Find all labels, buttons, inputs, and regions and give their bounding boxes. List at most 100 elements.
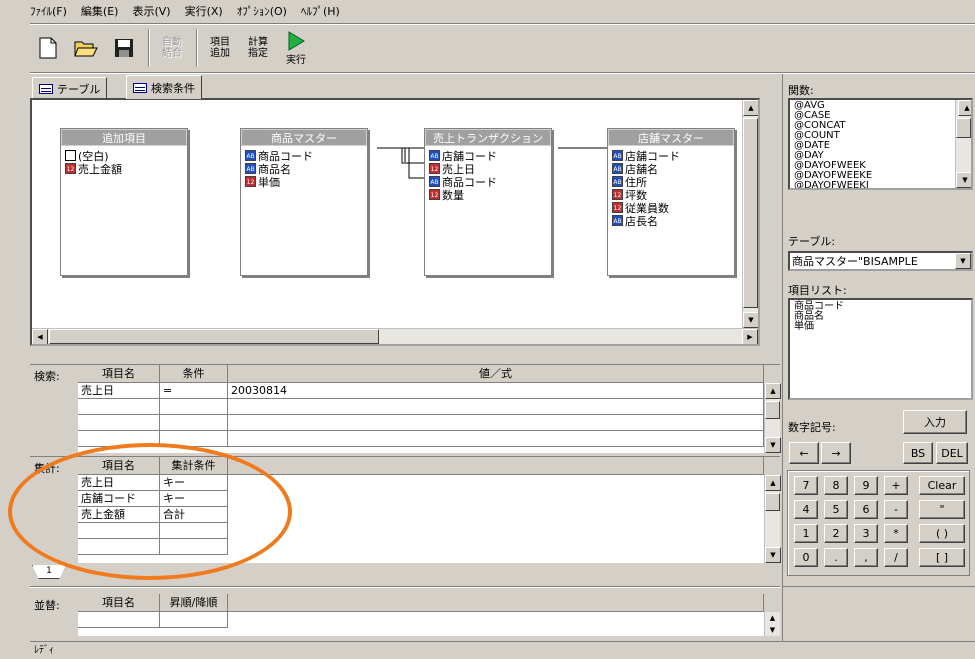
save-button[interactable] (106, 28, 142, 68)
keypad-key[interactable]: 0 (794, 548, 818, 567)
sort-cell[interactable] (78, 612, 160, 628)
menu-item[interactable]: 実行(X) (185, 3, 223, 19)
search-cell[interactable] (228, 431, 764, 447)
table-field[interactable]: 12 単価 (241, 175, 367, 189)
table-box-added-items[interactable]: 追加項目 (空白) 12 売上金額 (60, 128, 188, 276)
aggregate-vertical-scrollbar[interactable]: ▲ ▼ (764, 475, 781, 563)
keypad-key[interactable]: 2 (824, 524, 848, 543)
table-box-sales-transaction[interactable]: 売上トランザクション AB 店舗コード 12 売上日 AB 商品コード 12 数量 (424, 128, 552, 276)
scroll-right-arrow-icon[interactable]: ▶ (742, 329, 758, 344)
table-diagram-canvas[interactable]: 追加項目 (空白) 12 売上金額 商品マスター AB 商品コード AB 商品名 12 単価 売上… (30, 98, 760, 346)
aggregate-cell[interactable]: 売上日 (78, 475, 160, 491)
delete-button[interactable]: DEL (936, 442, 968, 464)
scroll-up-arrow-icon[interactable]: ▲ (958, 100, 971, 116)
auto-join-button[interactable]: 自動 結合 (154, 28, 190, 68)
run-button[interactable]: 実行 (278, 28, 314, 68)
keypad-key[interactable]: 8 (824, 476, 848, 495)
keypad-key[interactable]: 7 (794, 476, 818, 495)
keypad-key[interactable]: / (884, 548, 908, 567)
search-cell[interactable] (160, 431, 228, 447)
aggregate-grid[interactable]: 項目名 集計条件 売上日 キー 店舗コード キー 売上金額 合計 (78, 457, 764, 563)
clear-button[interactable]: Clear (919, 476, 965, 495)
backspace-button[interactable]: BS (903, 442, 933, 464)
input-button[interactable]: 入力 (903, 410, 967, 434)
search-cell[interactable] (228, 415, 764, 431)
scroll-thumb[interactable] (765, 401, 780, 419)
tab-table[interactable]: テーブル (32, 77, 108, 99)
scroll-up-arrow-icon[interactable]: ▲ (743, 100, 758, 116)
menu-item[interactable]: ﾍﾙﾌﾟ(H) (301, 3, 340, 19)
scroll-down-arrow-icon[interactable]: ▼ (743, 312, 758, 328)
sort-grid[interactable]: 項目名 昇順/降順 (78, 594, 764, 636)
table-field[interactable]: 12 売上金額 (61, 162, 187, 176)
scroll-down-arrow-icon[interactable]: ▼ (765, 437, 781, 453)
calc-spec-button[interactable]: 計算 指定 (240, 28, 276, 68)
search-cell[interactable] (78, 415, 160, 431)
scroll-updown-arrow-icon[interactable]: ▲ ▼ (765, 612, 780, 636)
keypad-key[interactable]: * (884, 524, 908, 543)
table-box-title[interactable]: 追加項目 (61, 129, 187, 146)
sort-vertical-scrollbar[interactable]: ▲ ▼ (764, 612, 780, 636)
aggregate-cell[interactable] (78, 539, 160, 555)
functions-scrollbar[interactable]: ▲ ▼ (955, 100, 971, 188)
functions-listbox[interactable]: @AVG @CASE @CONCAT @COUNT @DATE @DAY @DAYOFWEE… (788, 98, 973, 190)
table-box-title[interactable]: 店舗マスター (608, 129, 734, 146)
chevron-down-icon[interactable]: ▼ (955, 253, 971, 269)
menu-item[interactable]: 表示(V) (132, 3, 170, 19)
aggregate-cell[interactable] (78, 523, 160, 539)
scroll-thumb[interactable] (743, 118, 758, 308)
scroll-thumb[interactable] (956, 118, 971, 138)
menu-item[interactable]: ﾌｧｲﾙ(F) (30, 3, 67, 19)
search-cell[interactable] (78, 431, 160, 447)
aggregate-sheet-tab[interactable]: 1 (32, 565, 66, 579)
keypad-key[interactable]: 9 (854, 476, 878, 495)
new-file-button[interactable] (30, 28, 66, 68)
keypad-key[interactable]: - (884, 500, 908, 519)
scroll-left-arrow-icon[interactable]: ◀ (32, 329, 48, 344)
tab-search-condition[interactable]: 検索条件 (126, 75, 202, 99)
diagram-horizontal-scrollbar[interactable]: ◀ ▶ (32, 328, 758, 344)
right-arrow-button[interactable]: → (821, 442, 851, 464)
keypad-key[interactable]: 4 (794, 500, 818, 519)
search-vertical-scrollbar[interactable]: ▲ ▼ (764, 383, 781, 453)
aggregate-cell[interactable] (160, 539, 228, 555)
search-cell[interactable]: 20030814 (228, 383, 764, 399)
aggregate-cell[interactable]: 合計 (160, 507, 228, 523)
itemlist-listbox[interactable]: 商品コード 商品名 単価 (788, 298, 973, 400)
aggregate-cell[interactable]: キー (160, 475, 228, 491)
sort-cell[interactable] (160, 612, 228, 628)
keypad-key[interactable]: 1 (794, 524, 818, 543)
scroll-down-arrow-icon[interactable]: ▼ (765, 547, 781, 563)
search-grid[interactable]: 項目名 条件 値／式 売上日 = 20030814 (78, 365, 764, 453)
keypad-key[interactable]: 6 (854, 500, 878, 519)
table-field[interactable]: AB 店長名 (608, 214, 734, 228)
table-box-store-master[interactable]: 店舗マスター AB 店舗コード AB 店舗名 AB 住所 12 坪数 12 従業員数 AB 店長名 (607, 128, 735, 276)
scroll-up-arrow-icon[interactable]: ▲ (765, 475, 781, 491)
item-list-item[interactable]: 単価 (792, 322, 971, 332)
keypad-key[interactable]: + (884, 476, 908, 495)
aggregate-cell[interactable]: キー (160, 491, 228, 507)
menu-item[interactable]: ｵﾌﾟｼｮﾝ(O) (237, 3, 287, 19)
paren-button[interactable]: ( ) (919, 524, 965, 543)
keypad-key[interactable]: . (824, 548, 848, 567)
table-box-product-master[interactable]: 商品マスター AB 商品コード AB 商品名 12 単価 (240, 128, 368, 276)
aggregate-cell[interactable]: 店舗コード (78, 491, 160, 507)
search-cell[interactable] (160, 399, 228, 415)
scroll-up-arrow-icon[interactable]: ▲ (765, 383, 781, 399)
open-file-button[interactable] (68, 28, 104, 68)
keypad-key[interactable]: 3 (854, 524, 878, 543)
quote-button[interactable]: " (919, 500, 965, 519)
aggregate-cell[interactable] (160, 523, 228, 539)
item-list-item[interactable]: 商品名 (792, 312, 971, 322)
search-cell[interactable]: 売上日 (78, 383, 160, 399)
left-arrow-button[interactable]: ← (789, 442, 819, 464)
search-cell[interactable] (160, 415, 228, 431)
menu-item[interactable]: 編集(E) (81, 3, 119, 19)
scroll-thumb[interactable] (765, 493, 780, 511)
aggregate-cell[interactable]: 売上金額 (78, 507, 160, 523)
search-cell[interactable]: = (160, 383, 228, 399)
diagram-vertical-scrollbar[interactable]: ▲ ▼ (742, 100, 758, 328)
table-field[interactable]: 12 数量 (425, 188, 551, 202)
table-combo[interactable]: 商品マスター"BISAMPLE ▼ (788, 251, 973, 271)
scroll-thumb[interactable] (49, 329, 379, 344)
